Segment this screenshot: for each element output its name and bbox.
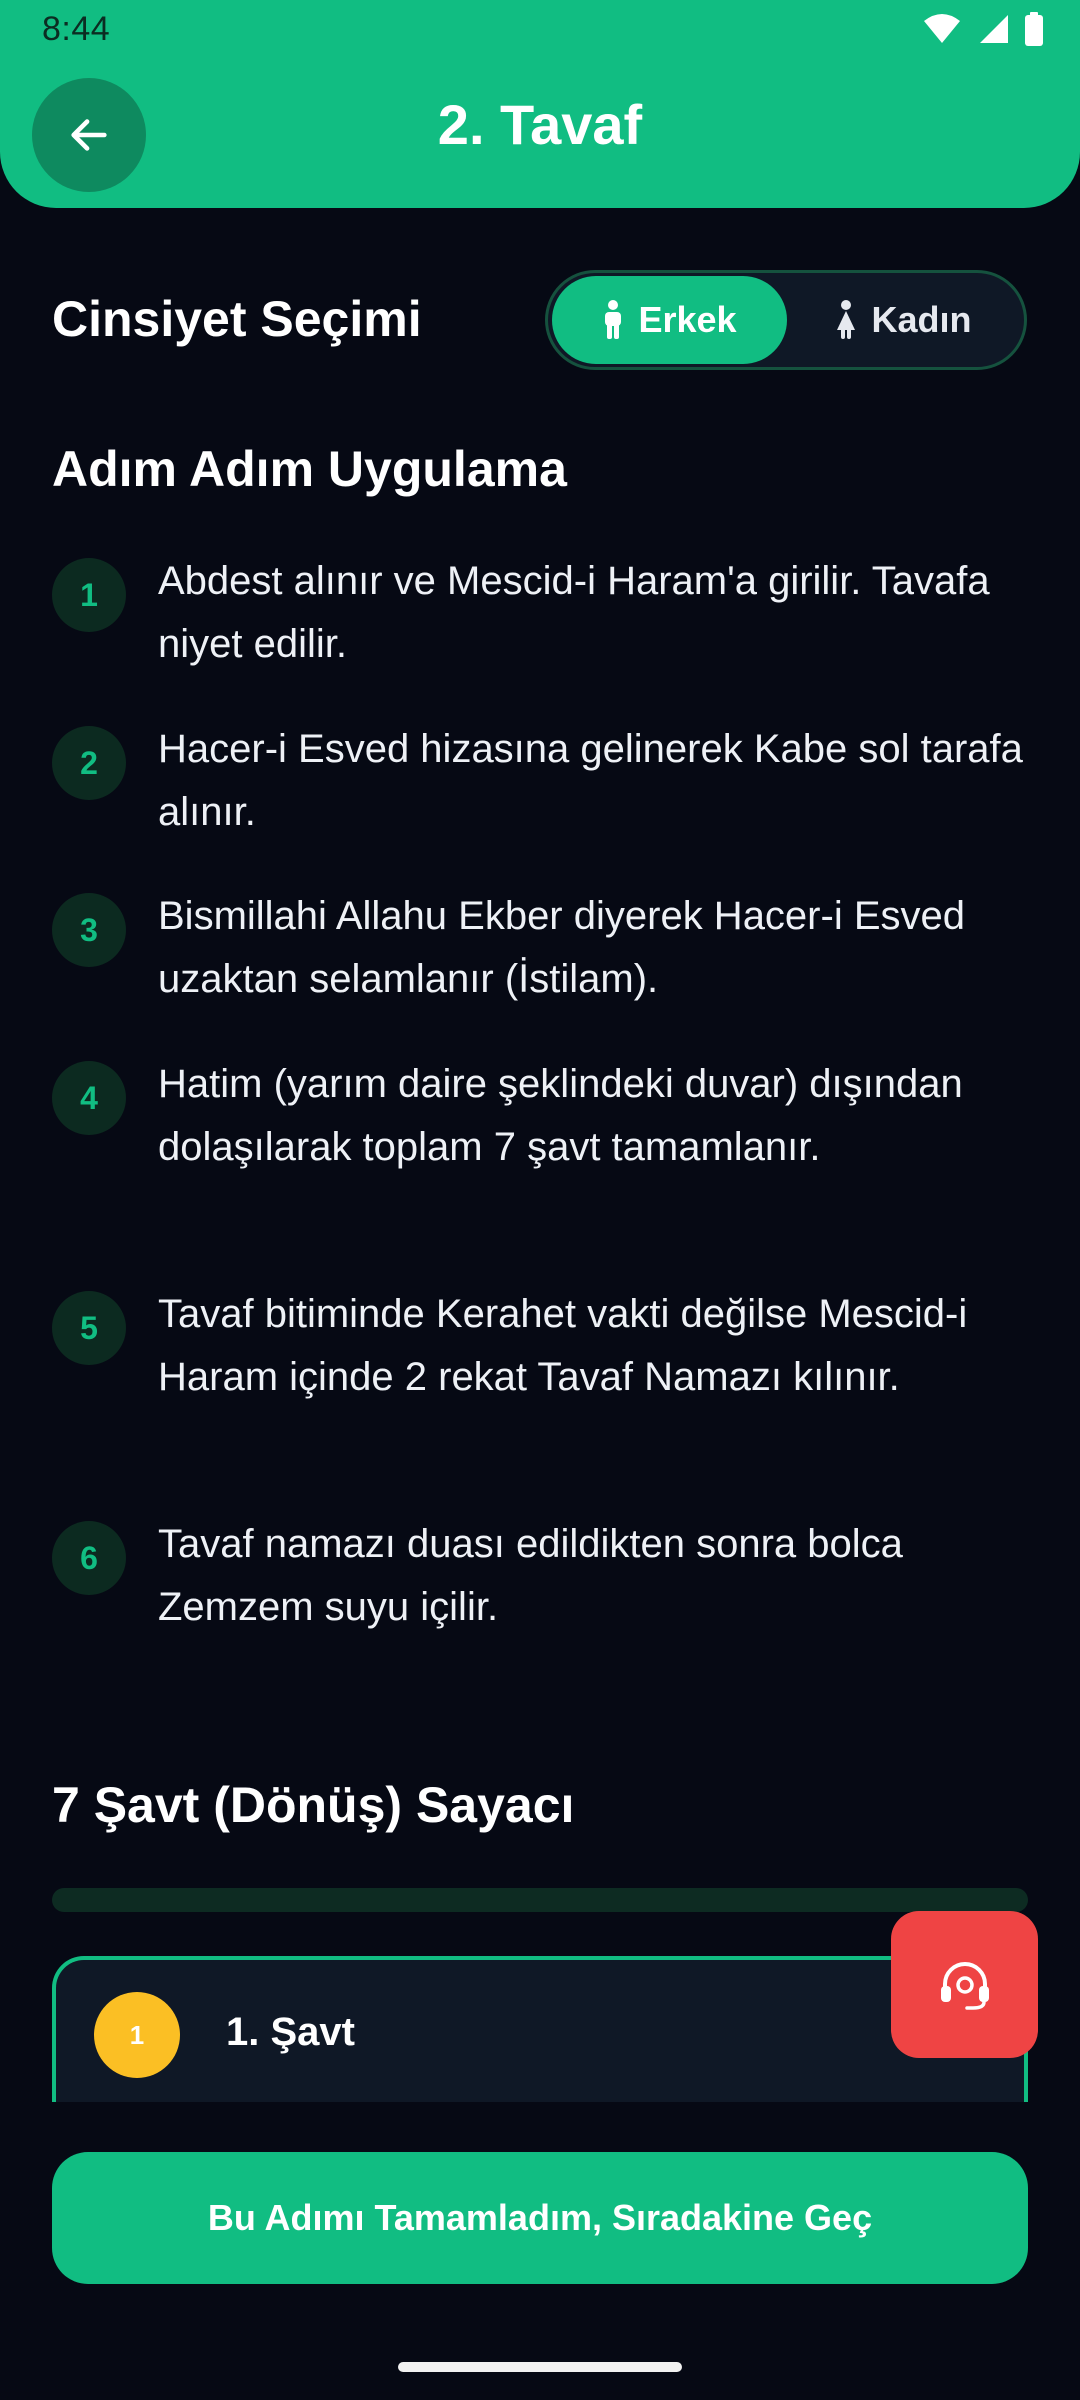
gender-option-label: Erkek bbox=[638, 299, 737, 340]
male-icon bbox=[605, 300, 622, 339]
step-number: 4 bbox=[52, 1061, 126, 1135]
battery-icon bbox=[1025, 12, 1043, 46]
female-icon bbox=[837, 300, 856, 339]
step-number: 3 bbox=[52, 893, 126, 967]
step-item: 5 Tavaf bitiminde Kerahet vakti değilse … bbox=[52, 1283, 1032, 1409]
savt-number-badge: 1 bbox=[94, 1992, 180, 2078]
step-text: Tavaf bitiminde Kerahet vakti değilse Me… bbox=[158, 1292, 968, 1399]
step-number: 5 bbox=[52, 1291, 126, 1365]
step-number: 1 bbox=[52, 558, 126, 632]
step-number: 6 bbox=[52, 1521, 126, 1595]
step-text: Bismillahi Allahu Ekber diyerek Hacer-i … bbox=[158, 894, 965, 1001]
signal-icon bbox=[980, 15, 1008, 43]
complete-step-button[interactable]: Bu Adımı Tamamladım, Sıradakine Geç bbox=[52, 2152, 1028, 2284]
gender-option-label: Kadın bbox=[871, 299, 972, 340]
steps-section-title: Adım Adım Uygulama bbox=[52, 441, 567, 497]
step-item: 1 Abdest alınır ve Mescid-i Haram'a giri… bbox=[52, 550, 1032, 676]
step-number: 2 bbox=[52, 726, 126, 800]
savt-label: 1. Şavt bbox=[226, 2010, 355, 2054]
counter-section-title: 7 Şavt (Dönüş) Sayacı bbox=[52, 1777, 575, 1833]
gender-option-kadin[interactable]: Kadın bbox=[787, 276, 1020, 364]
support-fab-button[interactable] bbox=[891, 1911, 1038, 2058]
gender-toggle: Erkek Kadın bbox=[545, 270, 1027, 370]
step-text: Tavaf namazı duası edildikten sonra bolc… bbox=[158, 1522, 903, 1629]
savt-counter-card[interactable]: 1 1. Şavt bbox=[52, 1956, 1028, 2102]
step-text: Hatim (yarım daire şeklindeki duvar) dış… bbox=[158, 1062, 963, 1169]
step-item: 2 Hacer-i Esved hizasına gelinerek Kabe … bbox=[52, 718, 1032, 844]
status-icons bbox=[922, 12, 1044, 46]
step-item: 6 Tavaf namazı duası edildikten sonra bo… bbox=[52, 1513, 1032, 1639]
gender-section-title: Cinsiyet Seçimi bbox=[52, 291, 422, 347]
gender-option-erkek[interactable]: Erkek bbox=[552, 276, 787, 364]
step-text: Hacer-i Esved hizasına gelinerek Kabe so… bbox=[158, 727, 1023, 834]
status-time: 8:44 bbox=[42, 10, 111, 48]
tavaf-screen: 8:44 2. Tavaf Cinsiyet Seçimi Erkek Kadı… bbox=[0, 0, 1080, 2400]
headset-support-icon bbox=[940, 1961, 989, 2010]
app-header: 8:44 2. Tavaf bbox=[0, 0, 1080, 208]
step-text: Abdest alınır ve Mescid-i Haram'a girili… bbox=[158, 559, 990, 666]
home-indicator[interactable] bbox=[398, 2362, 682, 2372]
step-item: 4 Hatim (yarım daire şeklindeki duvar) d… bbox=[52, 1053, 1032, 1179]
wifi-icon bbox=[924, 14, 960, 43]
savt-progress-bar bbox=[52, 1888, 1028, 1912]
step-item: 3 Bismillahi Allahu Ekber diyerek Hacer-… bbox=[52, 885, 1032, 1011]
page-title: 2. Tavaf bbox=[437, 93, 643, 156]
